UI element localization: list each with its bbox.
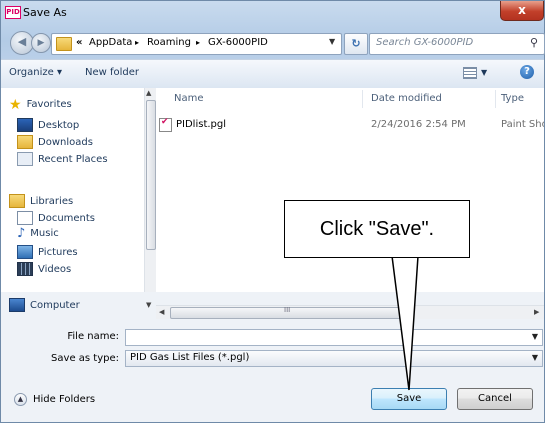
callout-box: Click "Save".: [284, 200, 470, 258]
